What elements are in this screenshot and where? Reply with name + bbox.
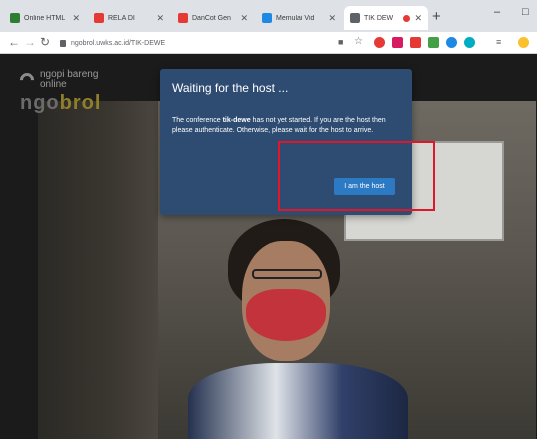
address-text: ngobrol.uwks.ac.id/TIK-DEWE	[71, 39, 166, 47]
minimize-button[interactable]: –	[494, 6, 500, 18]
reading-list-icon[interactable]: ≡	[496, 37, 501, 47]
dialog-title: Waiting for the host ...	[172, 81, 289, 95]
participant-mask	[246, 289, 326, 341]
annotation-highlight-box	[278, 141, 435, 211]
wifi-icon	[17, 70, 37, 90]
dialog-message: The conference tik-dewe has not yet star…	[172, 117, 386, 134]
reload-icon[interactable]: ↻	[40, 35, 50, 49]
extension-icon[interactable]	[392, 37, 403, 48]
tab-favicon-icon	[94, 13, 104, 23]
back-icon[interactable]: ←	[8, 35, 20, 49]
tab-favicon-icon	[10, 13, 20, 23]
forward-icon[interactable]: →	[24, 35, 36, 49]
tab-title: DanCot Gen	[192, 14, 231, 22]
maximize-button[interactable]: □	[522, 6, 529, 18]
background-door	[38, 101, 158, 439]
participant-shirt	[188, 363, 408, 439]
tab-close-icon[interactable]: ✕	[328, 13, 336, 24]
browser-tab[interactable]: Memulai Vid ✕	[256, 6, 342, 30]
extension-icon[interactable]	[464, 37, 475, 48]
tab-close-icon[interactable]: ✕	[72, 13, 80, 24]
extension-icon[interactable]	[374, 37, 385, 48]
tab-title: Online HTML	[24, 14, 66, 22]
camera-icon[interactable]: ■	[338, 37, 343, 47]
ngobrol-logo: ngopi bareng online ngobrol	[17, 70, 102, 115]
tab-favicon-icon	[178, 13, 188, 23]
extension-icon[interactable]	[446, 37, 457, 48]
browser-toolbar: ← → ↻ ngobrol.uwks.ac.id/TIK-DEWE ■ ☆ ≡	[0, 32, 537, 54]
tab-close-icon[interactable]: ✕	[240, 13, 248, 24]
tab-close-icon[interactable]: ✕	[156, 13, 164, 24]
browser-tab[interactable]: RELA DI ✕	[88, 6, 170, 30]
tab-favicon-icon	[262, 13, 272, 23]
participant-glasses	[252, 269, 322, 279]
browser-tab[interactable]: DanCot Gen ✕	[172, 6, 254, 30]
extension-icon[interactable]	[428, 37, 439, 48]
browser-tab-active[interactable]: TIK DEW ✕	[344, 6, 428, 30]
lock-icon	[60, 39, 66, 47]
extension-icon[interactable]	[410, 37, 421, 48]
browser-tab[interactable]: Online HTML ✕	[4, 6, 86, 30]
tab-title: RELA DI	[108, 14, 135, 22]
tab-title: Memulai Vid	[276, 14, 315, 22]
bookmark-star-icon[interactable]: ☆	[354, 36, 363, 47]
new-tab-button[interactable]: +	[432, 8, 441, 25]
logo-wordmark: ngobrol	[20, 92, 102, 114]
tab-favicon-icon	[350, 13, 360, 23]
conference-stage: ngopi bareng online ngobrol Waiting for …	[0, 54, 537, 439]
address-bar[interactable]: ngobrol.uwks.ac.id/TIK-DEWE	[60, 34, 350, 52]
tab-close-icon[interactable]: ✕	[414, 13, 422, 24]
recording-indicator-icon	[403, 14, 411, 22]
conference-name: tik-dewe	[222, 117, 251, 124]
logo-tagline-2: online	[40, 79, 67, 90]
tab-title: TIK DEW	[364, 14, 394, 22]
profile-avatar-icon[interactable]	[518, 37, 529, 48]
browser-tab-strip: Online HTML ✕ RELA DI ✕ DanCot Gen ✕ Mem…	[0, 0, 537, 32]
